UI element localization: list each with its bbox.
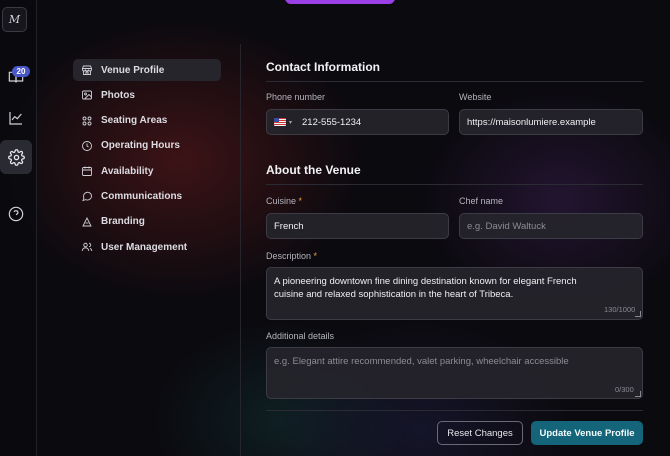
reset-changes-button[interactable]: Reset Changes	[437, 421, 523, 445]
cuisine-label: Cuisine *	[266, 196, 303, 206]
nav-item-label: Seating Areas	[101, 115, 168, 127]
website-label: Website	[459, 92, 492, 102]
help-icon	[8, 206, 24, 222]
description-counter: 130/1000	[604, 305, 636, 314]
cuisine-field[interactable]: French	[266, 213, 449, 239]
users-icon	[81, 242, 93, 252]
us-flag-icon	[274, 118, 286, 126]
nav-item-label: Venue Profile	[101, 64, 165, 76]
nav-item-availability[interactable]: Availability	[73, 160, 221, 182]
nav-item-label: Operating Hours	[101, 140, 180, 152]
additional-textarea[interactable]: e.g. Elegant attire recommended, valet p…	[266, 347, 643, 399]
section-divider	[266, 81, 643, 82]
rail-help-button[interactable]	[0, 197, 32, 231]
nav-item-label: User Management	[101, 241, 188, 253]
nav-item-label: Communications	[101, 190, 183, 202]
nav-item-communications[interactable]: Communications	[73, 185, 221, 207]
nav-item-label: Photos	[101, 89, 135, 101]
actions-divider	[266, 410, 643, 411]
rail-analytics-button[interactable]	[0, 101, 32, 135]
phone-value: 212-555-1234	[302, 116, 362, 128]
required-mark: *	[298, 196, 303, 206]
additional-counter: 0/300	[615, 385, 634, 394]
update-venue-profile-button[interactable]: Update Venue Profile	[531, 421, 643, 445]
resize-handle[interactable]	[635, 391, 641, 397]
description-label: Description *	[266, 251, 318, 261]
phone-field[interactable]: ▾ 212-555-1234	[266, 109, 449, 135]
required-mark: *	[313, 251, 318, 261]
icon-rail: M 20	[0, 0, 37, 456]
settings-nav: Venue Profile Photos Seating Areas Opera…	[73, 59, 221, 261]
calendar-icon	[82, 166, 92, 177]
nav-item-label: Availability	[101, 165, 154, 177]
top-pill-button[interactable]	[285, 0, 395, 4]
phone-label: Phone number	[266, 92, 326, 102]
chart-line-icon	[9, 112, 22, 125]
country-selector[interactable]: ▾	[274, 118, 292, 126]
chevron-down-icon: ▾	[289, 119, 293, 126]
clock-icon	[82, 140, 92, 151]
nav-item-branding[interactable]: Branding	[73, 211, 221, 233]
section-divider	[266, 184, 643, 185]
website-field[interactable]: https://maisonlumiere.example	[459, 109, 643, 135]
nav-item-seating-areas[interactable]: Seating Areas	[73, 110, 221, 132]
description-textarea[interactable]: A pioneering downtown fine dining destin…	[266, 267, 643, 320]
nav-divider	[240, 44, 241, 456]
nav-item-label: Branding	[101, 216, 145, 228]
resize-handle[interactable]	[635, 311, 641, 317]
chef-field[interactable]: e.g. David Waltuck	[459, 213, 643, 239]
chat-icon	[82, 192, 92, 202]
nav-item-user-management[interactable]: User Management	[73, 236, 221, 258]
chef-label: Chef name	[459, 196, 504, 206]
additional-label: Additional details	[266, 331, 335, 341]
nav-item-photos[interactable]: Photos	[73, 84, 221, 106]
image-icon	[82, 90, 92, 100]
rail-settings-button[interactable]	[0, 140, 32, 174]
palette-icon	[82, 216, 92, 227]
notification-badge: 20	[12, 66, 30, 77]
nav-item-venue-profile[interactable]: Venue Profile	[73, 59, 221, 81]
app-logo[interactable]: M	[2, 7, 27, 32]
gear-icon	[7, 148, 25, 166]
contact-section-title: Contact Information	[266, 60, 380, 74]
grid-icon	[82, 116, 92, 126]
storefront-icon	[82, 65, 92, 75]
nav-item-operating-hours[interactable]: Operating Hours	[73, 135, 221, 157]
about-section-title: About the Venue	[266, 163, 361, 177]
